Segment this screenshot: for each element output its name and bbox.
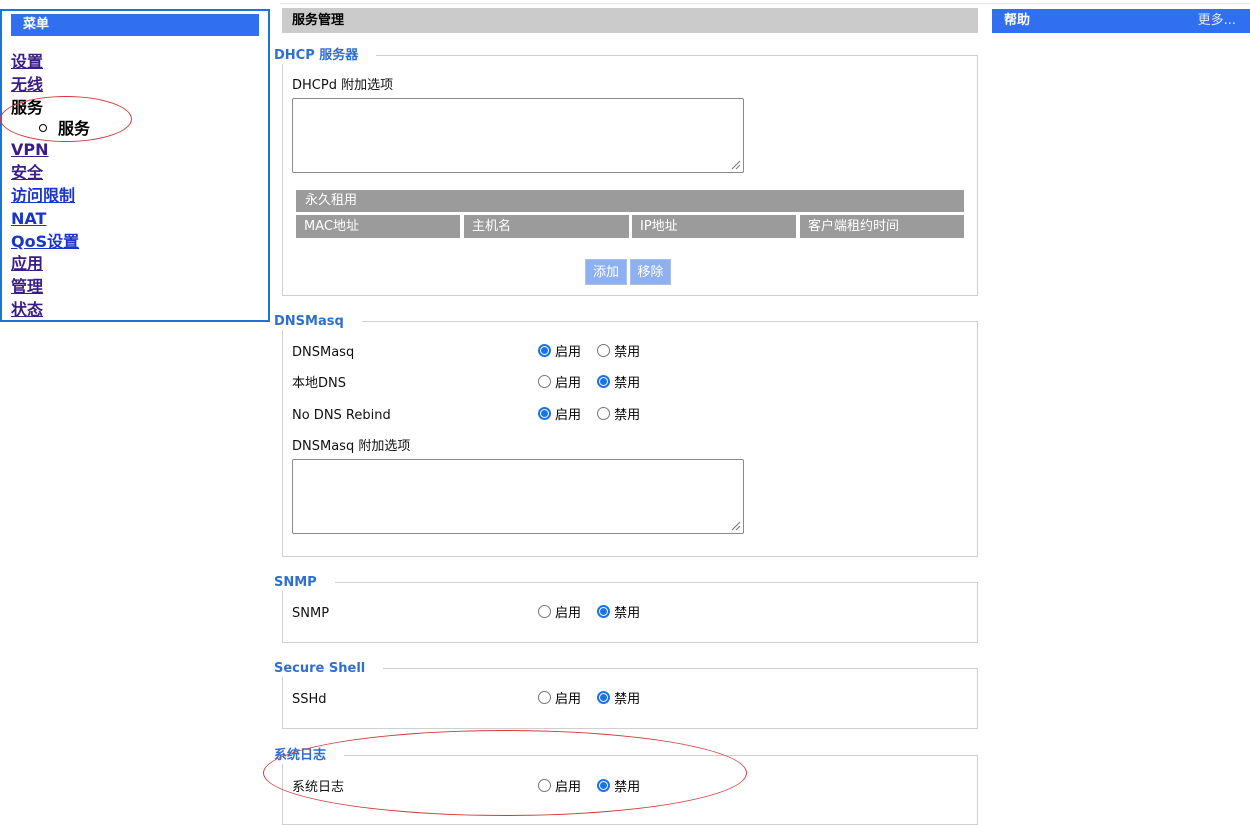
menu-list: 设置 无线 服务 服务 VPN 安全 访问限制 NAT QoS设置 应用 管理 … <box>11 51 90 322</box>
radio-unchecked-icon[interactable] <box>538 605 551 618</box>
menu-item-access-restrictions[interactable]: 访问限制 <box>11 185 90 208</box>
radio-unchecked-icon[interactable] <box>538 779 551 792</box>
dnsmasq-disable-radio[interactable]: 禁用 <box>597 344 640 362</box>
radio-checked-icon[interactable] <box>597 375 611 388</box>
syslog-enable-radio[interactable]: 启用 <box>538 779 581 797</box>
syslog-label: 系统日志 <box>292 780 345 795</box>
lease-col-ip: IP地址 <box>632 215 796 238</box>
local-dns-disable-radio[interactable]: 禁用 <box>597 375 640 393</box>
help-title: 帮助 <box>1004 13 1031 28</box>
submenu: 服务 <box>11 119 90 139</box>
sshd-enable-radio[interactable]: 启用 <box>538 691 581 709</box>
snmp-legend: SNMP <box>274 575 335 591</box>
lease-col-lease-time: 客户端租约时间 <box>800 215 964 238</box>
sshd-disable-radio[interactable]: 禁用 <box>597 691 640 709</box>
menu-item-administration[interactable]: 管理 <box>11 276 90 299</box>
top-divider <box>280 3 1250 4</box>
dhcpd-options-label: DHCPd 附加选项 <box>292 78 394 93</box>
menu-panel: 菜单 设置 无线 服务 服务 VPN 安全 访问限制 NAT QoS设置 应用 … <box>0 9 270 322</box>
menu-item-nat[interactable]: NAT <box>11 208 90 231</box>
snmp-enable-radio[interactable]: 启用 <box>538 605 581 623</box>
dnsmasq-legend: DNSMasq <box>274 314 362 330</box>
ssh-legend: Secure Shell <box>274 661 384 677</box>
local-dns-enable-radio[interactable]: 启用 <box>538 375 581 393</box>
radio-checked-icon[interactable] <box>597 605 611 618</box>
menu-item-status[interactable]: 状态 <box>11 299 90 322</box>
dhcp-legend: DHCP 服务器 <box>274 48 377 64</box>
submenu-item-services: 服务 <box>39 119 90 139</box>
no-dns-rebind-enable-radio[interactable]: 启用 <box>538 407 581 425</box>
snmp-radio-group: 启用 禁用 <box>538 605 652 623</box>
syslog-radio-group: 启用 禁用 <box>538 779 652 797</box>
lease-col-hostname: 主机名 <box>464 215 629 238</box>
remove-lease-button[interactable]: 移除 <box>630 259 671 285</box>
menu-item-security[interactable]: 安全 <box>11 162 90 185</box>
radio-checked-icon[interactable] <box>538 344 551 357</box>
snmp-disable-radio[interactable]: 禁用 <box>597 605 640 623</box>
help-more-link[interactable]: 更多... <box>1198 9 1236 33</box>
syslog-legend: 系统日志 <box>274 748 345 764</box>
sshd-radio-group: 启用 禁用 <box>538 691 652 709</box>
no-dns-rebind-label: No DNS Rebind <box>292 408 391 423</box>
static-leases-header: 永久租用 <box>296 190 964 212</box>
menu-item-settings[interactable]: 设置 <box>11 51 90 74</box>
snmp-label: SNMP <box>292 606 330 621</box>
local-dns-radio-group: 启用 禁用 <box>538 375 652 393</box>
menu-title: 菜单 <box>11 14 259 36</box>
sshd-label: SSHd <box>292 692 327 707</box>
radio-checked-icon[interactable] <box>597 691 611 704</box>
radio-unchecked-icon[interactable] <box>597 407 611 420</box>
menu-item-wireless[interactable]: 无线 <box>11 74 90 97</box>
page-title: 服务管理 <box>282 8 978 33</box>
syslog-disable-radio[interactable]: 禁用 <box>597 779 640 797</box>
help-bar: 帮助 更多... <box>992 9 1250 33</box>
local-dns-label: 本地DNS <box>292 376 346 391</box>
menu-item-applications[interactable]: 应用 <box>11 253 90 276</box>
radio-unchecked-icon[interactable] <box>597 344 611 357</box>
dnsmasq-radio-group: 启用 禁用 <box>538 344 652 362</box>
radio-unchecked-icon[interactable] <box>538 691 551 704</box>
resize-grip-icon[interactable] <box>731 160 741 170</box>
radio-unchecked-icon[interactable] <box>538 375 551 388</box>
dnsmasq-label: DNSMasq <box>292 345 355 360</box>
lease-col-mac: MAC地址 <box>296 215 460 238</box>
radio-checked-icon[interactable] <box>597 779 611 792</box>
dhcpd-options-textarea[interactable] <box>292 98 744 173</box>
no-dns-rebind-disable-radio[interactable]: 禁用 <box>597 407 640 425</box>
resize-grip-icon[interactable] <box>731 521 741 531</box>
menu-item-vpn[interactable]: VPN <box>11 139 90 162</box>
menu-item-qos[interactable]: QoS设置 <box>11 231 90 254</box>
dnsmasq-options-textarea[interactable] <box>292 459 744 534</box>
menu-item-services: 服务 服务 <box>11 97 91 139</box>
dnsmasq-options-label: DNSMasq 附加选项 <box>292 439 411 454</box>
radio-checked-icon[interactable] <box>538 407 551 420</box>
no-dns-rebind-radio-group: 启用 禁用 <box>538 407 652 425</box>
dnsmasq-enable-radio[interactable]: 启用 <box>538 344 581 362</box>
add-lease-button[interactable]: 添加 <box>585 259 627 285</box>
